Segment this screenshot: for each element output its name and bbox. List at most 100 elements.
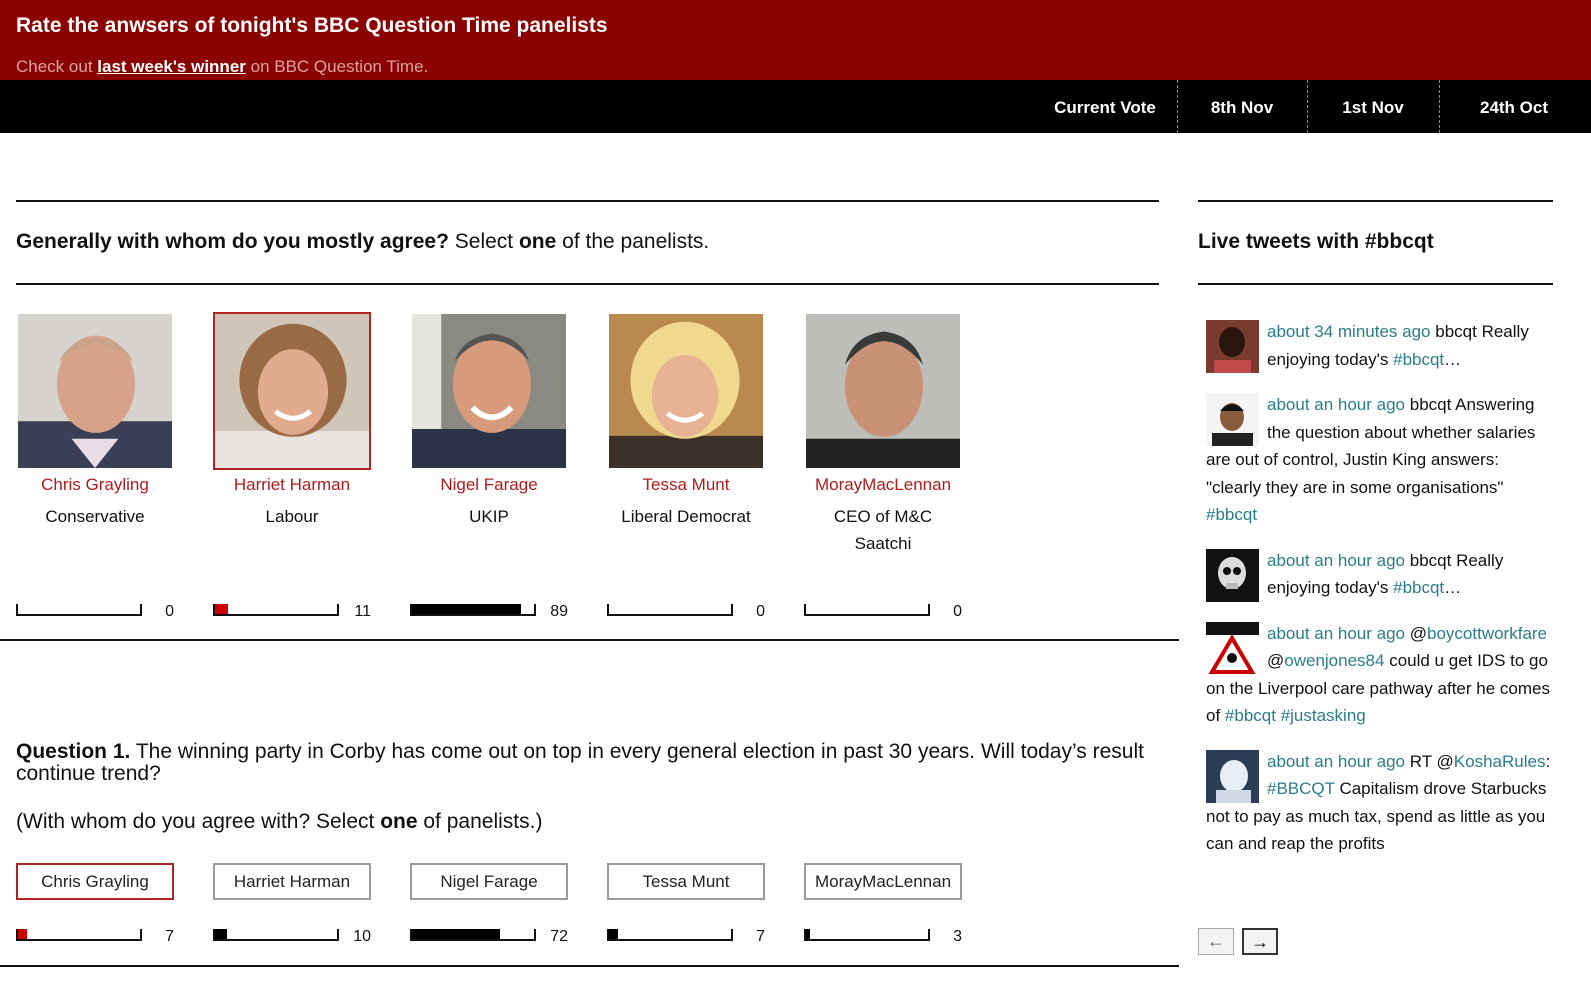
- tweet-link[interactable]: #justasking: [1281, 706, 1366, 725]
- panelist-name[interactable]: Chris Grayling: [16, 475, 174, 495]
- answer-button-tessa-munt[interactable]: Tessa Munt: [607, 863, 765, 900]
- tweet-item: about an hour ago RT @KoshaRules: #BBCQT…: [1206, 748, 1551, 858]
- tweet-time-link[interactable]: about an hour ago: [1267, 624, 1405, 643]
- prev-page-button[interactable]: ←: [1198, 928, 1234, 955]
- tweet-item: about an hour ago bbcqt Really enjoying …: [1206, 547, 1551, 602]
- portrait-icon: [609, 314, 763, 468]
- divider: [0, 639, 1179, 641]
- vote-bar-fill: [215, 929, 228, 939]
- tweet-time-link[interactable]: about an hour ago: [1267, 551, 1405, 570]
- tweet-text-segment: :: [1545, 751, 1551, 771]
- panelist-card-nigel-farage: Nigel Farage UKIP: [410, 312, 568, 530]
- panelist-photo[interactable]: [213, 312, 371, 470]
- panelist-name[interactable]: Nigel Farage: [410, 475, 568, 495]
- tweet-list: about 34 minutes ago bbcqt Really enjoyi…: [1206, 318, 1551, 876]
- question-1-text: Question 1. The winning party in Corby h…: [16, 740, 1144, 785]
- tweet-link[interactable]: KoshaRules: [1454, 752, 1546, 771]
- page-title: Rate the anwsers of tonight's BBC Questi…: [16, 14, 608, 37]
- vote-bar-fill: [412, 604, 521, 614]
- skull-avatar-icon: [1206, 548, 1259, 602]
- vote-count: 72: [550, 928, 568, 945]
- tab-current-vote[interactable]: Current Vote: [1040, 80, 1170, 133]
- vote-bar: [16, 604, 142, 616]
- answer-button-harriet-harman[interactable]: Harriet Harman: [213, 863, 371, 900]
- panelist-card-tessa-munt: Tessa Munt Liberal Democrat: [607, 312, 765, 530]
- user-avatar-icon: [1206, 749, 1259, 803]
- vote-bar: [410, 929, 536, 941]
- tweet-text-segment: @: [1267, 651, 1285, 670]
- portrait-icon: [18, 314, 172, 468]
- panelist-party: UKIP: [469, 507, 509, 526]
- avatar[interactable]: [1206, 621, 1259, 675]
- vote-bar-fill: [215, 604, 229, 614]
- panelist-party: Labour: [265, 507, 319, 526]
- panelist-card-moray-maclennan: MorayMacLennan CEO of M&C Saatchi: [804, 312, 962, 557]
- portrait-icon: [412, 314, 566, 468]
- warning-sign-avatar-icon: [1206, 621, 1259, 675]
- panelist-photo[interactable]: [16, 312, 174, 470]
- panelist-name[interactable]: Tessa Munt: [607, 475, 765, 495]
- tab-1st-nov[interactable]: 1st Nov: [1312, 80, 1434, 133]
- tab-24th-oct[interactable]: 24th Oct: [1444, 80, 1584, 133]
- tweet-link[interactable]: #BBCQT: [1267, 779, 1335, 798]
- tweet-time-link[interactable]: about an hour ago: [1267, 752, 1405, 771]
- tab-8th-nov[interactable]: 8th Nov: [1182, 80, 1302, 133]
- tweet-text-segment: @: [1436, 751, 1454, 771]
- avatar[interactable]: [1206, 393, 1259, 446]
- panelist-photo[interactable]: [607, 312, 765, 470]
- tweet-text-segment: …: [1444, 349, 1462, 369]
- question-1-instructions: (With whom do you agree with? Select one…: [16, 810, 543, 833]
- avatar[interactable]: [1206, 320, 1259, 373]
- vote-bar-fill: [18, 929, 27, 939]
- vote-bar: [804, 604, 930, 616]
- user-avatar-icon: [1206, 393, 1259, 446]
- tweet-link[interactable]: boycottworkfare: [1427, 624, 1547, 643]
- tweet-link[interactable]: owenjones84: [1284, 651, 1384, 670]
- vote-bar: [804, 929, 930, 941]
- tweet-user: RT: [1409, 751, 1432, 771]
- tweet-link[interactable]: #bbcqt: [1393, 578, 1444, 597]
- answer-button-nigel-farage[interactable]: Nigel Farage: [410, 863, 568, 900]
- vote-count: 0: [165, 603, 174, 620]
- nav-divider: [1307, 80, 1308, 133]
- vote-bar-fill: [412, 929, 500, 939]
- vote-count: 3: [953, 928, 962, 945]
- next-page-button[interactable]: →: [1242, 928, 1278, 955]
- tweet-user: bbcqt: [1409, 550, 1452, 570]
- last-week-winner-link[interactable]: last week's winner: [97, 57, 246, 76]
- panelist-photo[interactable]: [804, 312, 962, 470]
- divider: [0, 965, 1179, 967]
- tweet-link[interactable]: #bbcqt: [1206, 505, 1257, 524]
- vote-count: 0: [953, 603, 962, 620]
- panelist-name[interactable]: Harriet Harman: [213, 475, 371, 495]
- avatar[interactable]: [1206, 749, 1259, 803]
- divider: [1198, 283, 1553, 285]
- vote-bar-fill: [609, 929, 618, 939]
- panelist-party: Conservative: [45, 507, 145, 526]
- vote-count: 0: [756, 603, 765, 620]
- nav-bar: Current Vote 8th Nov 1st Nov 24th Oct: [0, 80, 1591, 133]
- header-banner: Rate the anwsers of tonight's BBC Questi…: [0, 0, 1591, 80]
- panelist-name[interactable]: MorayMacLennan: [804, 475, 962, 495]
- answer-button-chris-grayling[interactable]: Chris Grayling: [16, 863, 174, 900]
- tweet-link[interactable]: #bbcqt: [1393, 350, 1444, 369]
- tweets-title: Live tweets with #bbcqt: [1198, 230, 1434, 253]
- tweet-time-link[interactable]: about an hour ago: [1267, 395, 1405, 414]
- vote-count: 10: [353, 928, 371, 945]
- vote-bar-fill: [806, 929, 810, 939]
- vote-count: 7: [756, 928, 765, 945]
- nav-divider: [1177, 80, 1178, 133]
- tweet-text-segment: @: [1409, 623, 1428, 643]
- tweet-item: about an hour ago bbcqt Answering the qu…: [1206, 391, 1551, 529]
- panelist-photo[interactable]: [410, 312, 568, 470]
- answer-button-moray-maclennan[interactable]: MorayMacLennan: [804, 863, 962, 900]
- avatar[interactable]: [1206, 548, 1259, 602]
- vote-bar: [607, 929, 733, 941]
- portrait-icon: [806, 314, 960, 468]
- panelist-card-harriet-harman: Harriet Harman Labour: [213, 312, 371, 530]
- vote-bar: [410, 604, 536, 616]
- tweet-time-link[interactable]: about 34 minutes ago: [1267, 322, 1431, 341]
- vote-count: 11: [354, 603, 371, 620]
- panelist-card-chris-grayling: Chris Grayling Conservative: [16, 312, 174, 530]
- tweet-link[interactable]: #bbcqt: [1225, 706, 1276, 725]
